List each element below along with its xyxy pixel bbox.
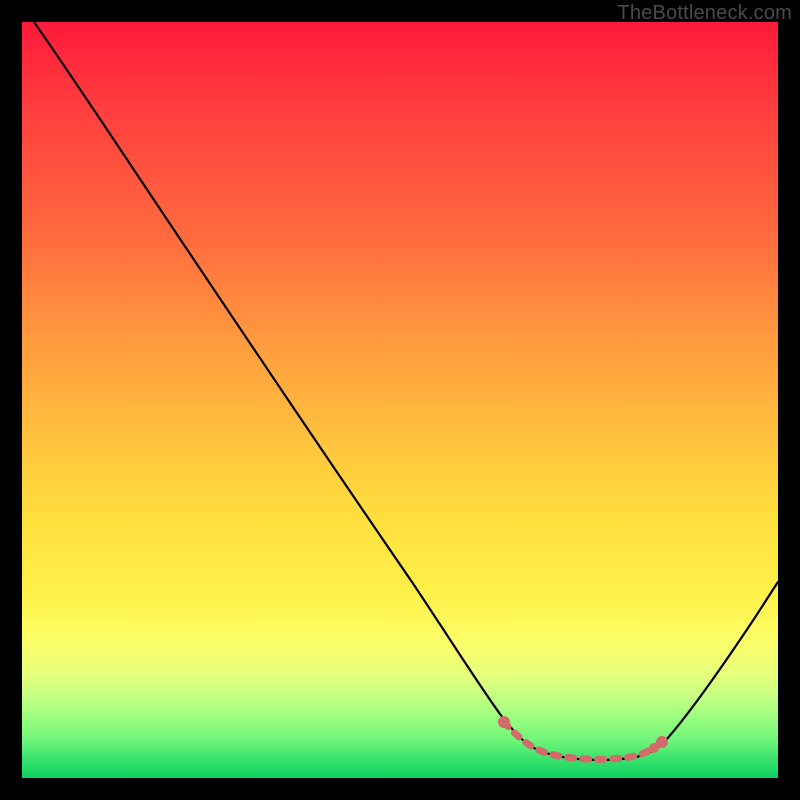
watermark-text: TheBottleneck.com (617, 2, 792, 25)
optimal-range-dash (504, 722, 662, 759)
optimal-range-start-dot (498, 716, 510, 728)
bottleneck-curve-svg (22, 22, 778, 778)
optimal-range-end-dot-2 (649, 743, 659, 753)
bottleneck-curve (34, 22, 778, 760)
chart-area (22, 22, 778, 778)
